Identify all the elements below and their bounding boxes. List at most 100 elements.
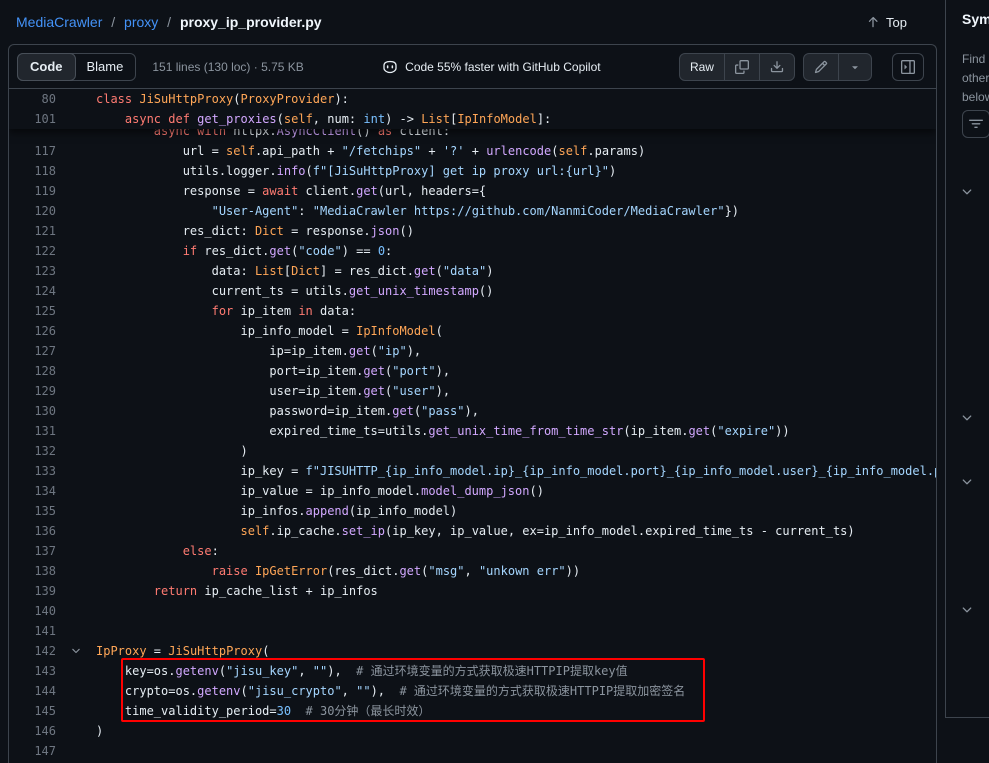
code-token: def — [168, 112, 197, 126]
code-line: 125 for ip_item in data: — [9, 301, 936, 321]
collapse-chevron-icon[interactable] — [56, 641, 96, 661]
breadcrumb-file-name: proxy_ip_provider.py — [180, 14, 322, 30]
code-token: utils.logger. — [96, 164, 277, 178]
download-button[interactable] — [759, 54, 794, 80]
code-token: ) — [486, 264, 493, 278]
code-text: ip=ip_item.get("ip"), — [96, 341, 421, 361]
code-line: 143 key=os.getenv("jisu_key", ""), # 通过环… — [9, 661, 936, 681]
code-token: () — [356, 129, 378, 138]
fold-gutter — [56, 89, 96, 109]
code-token: + — [465, 144, 487, 158]
tab-code[interactable]: Code — [17, 53, 76, 81]
code-token: , — [342, 684, 356, 698]
tab-blame[interactable]: Blame — [75, 54, 136, 80]
chevron-down-icon — [960, 603, 974, 617]
code-token: get — [356, 184, 378, 198]
back-to-top-button[interactable]: Top — [866, 15, 907, 30]
line-number[interactable]: 145 — [9, 701, 56, 721]
line-number[interactable]: 129 — [9, 381, 56, 401]
line-number[interactable]: 137 — [9, 541, 56, 561]
code-token: model_dump_json — [421, 484, 529, 498]
symbols-filter-button[interactable] — [962, 110, 989, 138]
line-number[interactable]: 144 — [9, 681, 56, 701]
line-number[interactable]: 139 — [9, 581, 56, 601]
symbols-description-line: other symbols in this file by clicking a… — [962, 69, 989, 88]
line-number[interactable]: 135 — [9, 501, 56, 521]
copy-button[interactable] — [724, 54, 759, 80]
line-number[interactable]: 123 — [9, 261, 56, 281]
line-number[interactable]: 80 — [9, 89, 56, 109]
code-token: )) — [775, 424, 789, 438]
code-token: "" — [356, 684, 370, 698]
line-number[interactable]: 127 — [9, 341, 56, 361]
symbol-tree-row[interactable] — [960, 180, 974, 204]
code-text: else: — [96, 541, 219, 561]
line-number[interactable]: 131 — [9, 421, 56, 441]
code-token: , — [298, 664, 312, 678]
code-token: )) — [566, 564, 580, 578]
line-number[interactable]: 133 — [9, 461, 56, 481]
breadcrumb-repo-link[interactable]: MediaCrawler — [16, 14, 102, 30]
code-token: ( — [219, 664, 226, 678]
line-number[interactable]: 118 — [9, 161, 56, 181]
code-text: key=os.getenv("jisu_key", ""), # 通过环境变量的… — [96, 661, 628, 681]
code-token: Dict — [291, 264, 320, 278]
symbol-tree-row[interactable] — [960, 470, 974, 494]
line-number[interactable]: 128 — [9, 361, 56, 381]
code-token: self — [226, 144, 255, 158]
fold-gutter — [56, 201, 96, 221]
symbol-tree-row[interactable] — [960, 598, 974, 622]
fold-gutter — [56, 401, 96, 421]
line-number[interactable]: 126 — [9, 321, 56, 341]
code-text: expired_time_ts=utils.get_unix_time_from… — [96, 421, 790, 441]
code-text: async def get_proxies(self, num: int) ->… — [96, 109, 551, 129]
edit-dropdown-button[interactable] — [838, 54, 871, 80]
code-token: self — [241, 524, 270, 538]
code-line: 117 url = self.api_path + "/fetchips" + … — [9, 141, 936, 161]
line-number[interactable]: 119 — [9, 181, 56, 201]
code-line: 137 else: — [9, 541, 936, 561]
fold-gutter — [56, 301, 96, 321]
line-number[interactable]: 117 — [9, 141, 56, 161]
code-line: 120 "User-Agent": "MediaCrawler https://… — [9, 201, 936, 221]
line-number[interactable]: 120 — [9, 201, 56, 221]
line-number[interactable]: 136 — [9, 521, 56, 541]
code-token: ip_item — [233, 304, 298, 318]
line-number[interactable]: 146 — [9, 721, 56, 741]
line-number[interactable]: 101 — [9, 109, 56, 129]
code-view-main: MediaCrawler / proxy / proxy_ip_provider… — [0, 0, 945, 763]
symbols-pane-toggle-button[interactable] — [892, 53, 924, 81]
line-number[interactable]: 134 — [9, 481, 56, 501]
code-token: crypto=os. — [96, 684, 197, 698]
edit-button[interactable] — [804, 54, 838, 80]
sticky-context-lines: 80class JiSuHttpProxy(ProxyProvider):101… — [9, 89, 936, 129]
line-number[interactable]: 138 — [9, 561, 56, 581]
line-number[interactable]: 147 — [9, 741, 56, 761]
edit-actions-group — [803, 53, 872, 81]
code-text: port=ip_item.get("port"), — [96, 361, 450, 381]
code-token: ) == — [342, 244, 378, 258]
line-number[interactable]: 122 — [9, 241, 56, 261]
line-number[interactable]: 130 — [9, 401, 56, 421]
line-number[interactable]: 140 — [9, 601, 56, 621]
copilot-badge[interactable]: Code 55% faster with GitHub Copilot — [382, 59, 600, 75]
code-line: 133 ip_key = f"JISUHTTP_{ip_info_model.i… — [9, 461, 936, 481]
raw-button[interactable]: Raw — [680, 54, 724, 80]
line-number[interactable]: 143 — [9, 661, 56, 681]
code-token: time_validity_period= — [96, 704, 277, 718]
line-number[interactable]: 121 — [9, 221, 56, 241]
code-token: set_ip — [342, 524, 385, 538]
code-token: ( — [436, 264, 443, 278]
line-number[interactable]: 125 — [9, 301, 56, 321]
line-number[interactable]: 142 — [9, 641, 56, 661]
line-number[interactable] — [9, 129, 56, 141]
symbol-tree-row[interactable] — [960, 406, 974, 430]
code-token: ), — [465, 404, 479, 418]
code-token: user=ip_item. — [96, 384, 363, 398]
line-number[interactable]: 132 — [9, 441, 56, 461]
line-number[interactable]: 141 — [9, 621, 56, 641]
fold-gutter — [56, 281, 96, 301]
code-token: ( — [262, 644, 269, 658]
line-number[interactable]: 124 — [9, 281, 56, 301]
breadcrumb-dir-link[interactable]: proxy — [124, 14, 158, 30]
